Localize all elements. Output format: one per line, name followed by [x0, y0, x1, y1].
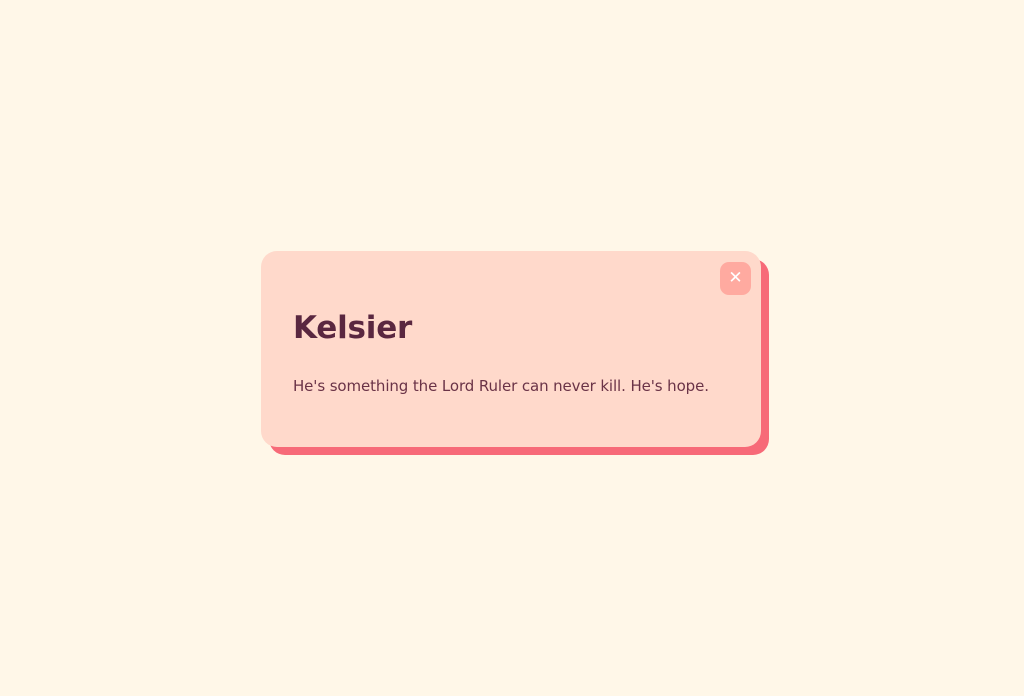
page-background: ✕ Kelsier He's something the Lord Ruler … [0, 0, 1024, 696]
close-icon[interactable]: ✕ [728, 262, 742, 295]
dialog-message: He's something the Lord Ruler can never … [293, 377, 709, 395]
alert-dialog: ✕ Kelsier He's something the Lord Ruler … [261, 251, 761, 447]
dialog-title: Kelsier [293, 310, 413, 346]
close-button[interactable]: ✕ [720, 262, 751, 295]
